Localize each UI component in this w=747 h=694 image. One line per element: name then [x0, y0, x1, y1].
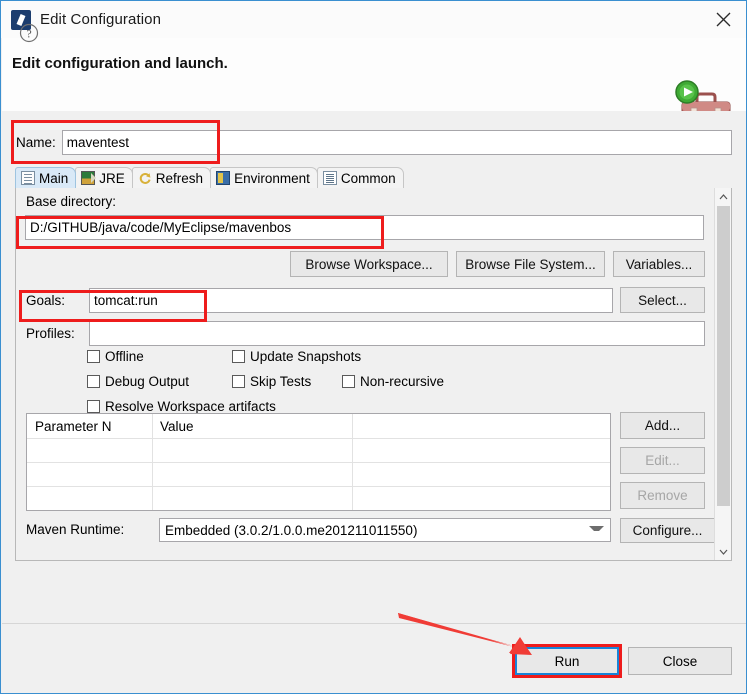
tab-environment-label: Environment: [234, 170, 310, 186]
remove-parameter-button[interactable]: Remove: [620, 482, 705, 509]
checkbox-skip-tests[interactable]: Skip Tests: [232, 374, 311, 389]
column-header-parameter-name: Parameter N: [35, 418, 112, 434]
goals-label: Goals:: [26, 293, 66, 308]
dialog-title: Edit Configuration: [40, 11, 162, 28]
dialog-titlebar: Edit Configuration: [1, 1, 746, 38]
scroll-up-icon[interactable]: [715, 188, 732, 205]
refresh-icon: [138, 171, 152, 185]
goals-input[interactable]: [89, 288, 613, 313]
tab-bar: Main JRE Refresh Environment Common: [15, 167, 732, 189]
tab-common-label: Common: [340, 170, 396, 186]
maven-runtime-row: Maven Runtime: Embedded (3.0.2/1.0.0.me2…: [26, 518, 715, 544]
environment-icon: [216, 171, 231, 185]
tab-main-label: Main: [39, 170, 69, 186]
configure-maven-button[interactable]: Configure...: [620, 518, 715, 543]
checkbox-offline[interactable]: Offline: [87, 349, 144, 364]
profiles-label: Profiles:: [26, 326, 75, 341]
checkbox-non-recursive[interactable]: Non-recursive: [342, 374, 444, 389]
select-goals-button[interactable]: Select...: [620, 287, 705, 313]
column-header-value: Value: [160, 418, 194, 434]
jre-books-icon: [81, 171, 97, 185]
checkbox-box: [87, 375, 100, 388]
checkbox-non-recursive-label: Non-recursive: [360, 374, 445, 389]
tab-refresh[interactable]: Refresh: [131, 167, 212, 188]
table-header-row: Parameter N Value: [27, 414, 610, 438]
name-label: Name:: [16, 134, 56, 150]
scrollbar-thumb[interactable]: [717, 206, 730, 506]
profiles-input[interactable]: [89, 321, 705, 346]
checkbox-box: [232, 375, 245, 388]
dialog-body: Name: Main JRE Refresh: [2, 111, 746, 693]
panel-scrollbar[interactable]: [714, 188, 731, 560]
common-list-icon: [322, 171, 337, 185]
add-parameter-button[interactable]: Add...: [620, 412, 705, 439]
base-directory-label: Base directory:: [26, 194, 117, 209]
scroll-down-icon[interactable]: [715, 543, 732, 560]
tab-refresh-label: Refresh: [155, 170, 204, 186]
maven-runtime-select[interactable]: Embedded (3.0.2/1.0.0.me201211011550): [159, 518, 611, 542]
parameter-table[interactable]: Parameter N Value: [26, 413, 611, 511]
checkbox-resolve-workspace-artifacts[interactable]: Resolve Workspace artifacts: [87, 399, 276, 414]
checkbox-debug-output-label: Debug Output: [105, 374, 190, 389]
checkbox-update-snapshots-label: Update Snapshots: [250, 349, 362, 364]
tab-jre-label: JRE: [99, 170, 125, 186]
help-question-icon[interactable]: ?: [19, 23, 39, 43]
chevron-down-icon: [589, 526, 604, 531]
checkbox-box: [232, 350, 245, 363]
tab-environment[interactable]: Environment: [210, 167, 318, 188]
checkbox-box: [342, 375, 355, 388]
name-row: Name:: [16, 126, 732, 158]
tab-common[interactable]: Common: [316, 167, 404, 188]
document-icon: [21, 171, 35, 185]
table-row-divider: [27, 462, 610, 463]
tab-jre[interactable]: JRE: [75, 167, 133, 188]
dialog-header: Edit configuration and launch.: [2, 38, 746, 132]
run-button[interactable]: Run: [515, 647, 619, 675]
edit-parameter-button[interactable]: Edit...: [620, 447, 705, 474]
tab-main[interactable]: Main: [15, 167, 77, 188]
svg-text:?: ?: [26, 26, 31, 40]
checkbox-update-snapshots[interactable]: Update Snapshots: [232, 349, 361, 364]
table-row-divider: [27, 486, 610, 487]
checkbox-box: [87, 350, 100, 363]
close-dialog-button[interactable]: Close: [628, 647, 732, 675]
checkbox-resolve-workspace-artifacts-label: Resolve Workspace artifacts: [105, 399, 276, 414]
name-input[interactable]: [61, 129, 732, 155]
edit-configuration-dialog: Edit Configuration Edit configuration an…: [0, 0, 747, 694]
header-title: Edit configuration and launch.: [12, 55, 228, 72]
base-directory-input[interactable]: [25, 215, 704, 240]
checkbox-offline-label: Offline: [105, 349, 144, 364]
checkbox-debug-output[interactable]: Debug Output: [87, 374, 189, 389]
main-tab-panel: Base directory: Browse Workspace... Brow…: [15, 188, 732, 561]
browse-file-system-button[interactable]: Browse File System...: [456, 251, 605, 277]
close-icon[interactable]: [700, 1, 746, 38]
variables-button[interactable]: Variables...: [613, 251, 705, 277]
main-tab-content: Base directory: Browse Workspace... Brow…: [16, 188, 715, 560]
table-row-divider: [27, 438, 610, 439]
maven-runtime-label: Maven Runtime:: [26, 522, 125, 537]
browse-workspace-button[interactable]: Browse Workspace...: [290, 251, 448, 277]
checkbox-skip-tests-label: Skip Tests: [250, 374, 312, 389]
checkbox-box: [87, 400, 100, 413]
maven-runtime-value: Embedded (3.0.2/1.0.0.me201211011550): [165, 522, 418, 538]
